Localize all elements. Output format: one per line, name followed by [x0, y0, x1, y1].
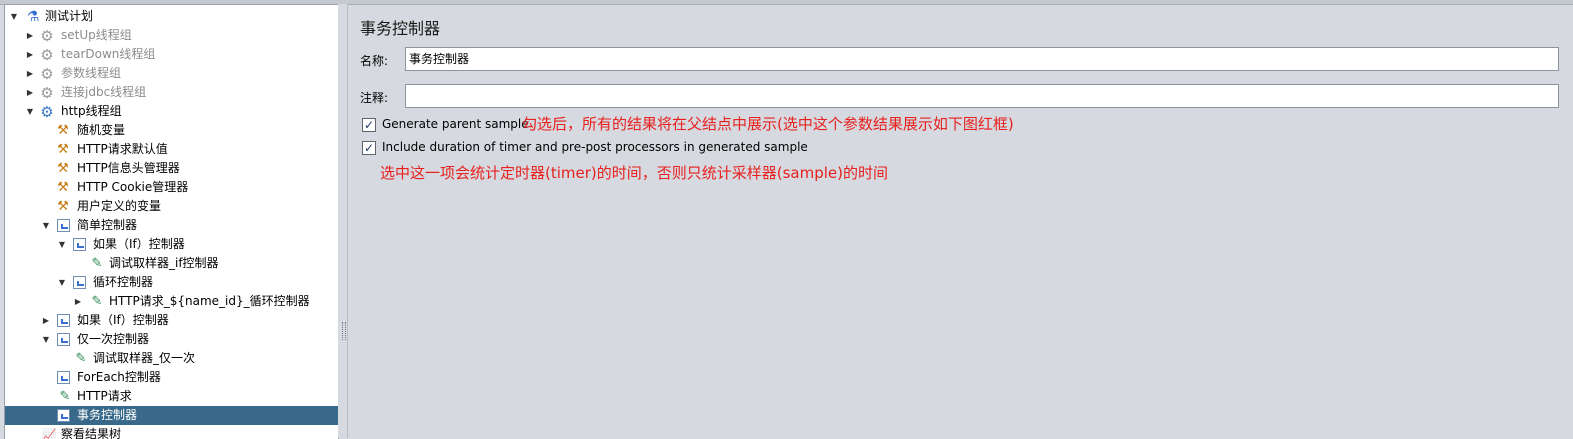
comment-field[interactable]	[405, 84, 1559, 108]
splitter-grip[interactable]	[342, 322, 346, 340]
tree-item-if-controller[interactable]: ▼ 如果（If）控制器	[5, 235, 338, 254]
tools-icon: ⚒	[57, 142, 69, 157]
pipette-icon: ✎	[91, 256, 103, 271]
test-plan-tree[interactable]: ▼ ⚗ 测试计划 ▶ ⚙ setUp线程组 ▶ ⚙ tearDown线程组 ▶ …	[4, 4, 339, 439]
expand-arrow-icon[interactable]: ▼	[57, 273, 67, 292]
collapse-arrow-icon[interactable]: ▶	[73, 292, 83, 311]
tree-item-view-results-tree[interactable]: 📈 察看结果树	[5, 425, 338, 439]
tree-item-http-request-loop[interactable]: ▶ ✎ HTTP请求_${name_id}_循环控制器	[5, 292, 338, 311]
controller-icon	[57, 371, 70, 384]
tree-item-label: 如果（If）控制器	[93, 237, 185, 251]
panel-title: 事务控制器	[360, 19, 441, 38]
pipette-icon: ✎	[75, 351, 87, 366]
collapse-arrow-icon[interactable]: ▶	[25, 83, 35, 102]
tools-icon: ⚒	[57, 180, 69, 195]
tree-item-setup-thread-group[interactable]: ▶ ⚙ setUp线程组	[5, 26, 338, 45]
tools-icon: ⚒	[57, 199, 69, 214]
collapse-arrow-icon[interactable]: ▶	[25, 64, 35, 83]
expand-arrow-icon[interactable]: ▼	[57, 235, 67, 254]
expand-arrow-icon[interactable]: ▼	[41, 330, 51, 349]
tree-item-label: 随机变量	[77, 123, 126, 137]
tree-item-label: setUp线程组	[61, 28, 132, 42]
tree-item-label: tearDown线程组	[61, 47, 156, 61]
name-label: 名称:	[360, 54, 389, 68]
tree-item-simple-controller[interactable]: ▼ 简单控制器	[5, 216, 338, 235]
tree-item-user-defined-variables[interactable]: ⚒ 用户定义的变量	[5, 197, 338, 216]
tree-item-http-request[interactable]: ✎ HTTP请求	[5, 387, 338, 406]
controller-icon	[57, 333, 70, 346]
gear-icon: ⚙	[40, 65, 54, 83]
tree-item-label: http线程组	[61, 104, 122, 118]
tree-item-label: 用户定义的变量	[77, 199, 162, 213]
split-pane-divider[interactable]	[338, 4, 348, 438]
chart-icon: 📈	[41, 428, 57, 439]
tree-item-label: 调试取样器_仅一次	[93, 351, 196, 365]
expand-arrow-icon[interactable]: ▼	[9, 7, 19, 26]
controller-icon	[73, 238, 86, 251]
tree-item-random-variable[interactable]: ⚒ 随机变量	[5, 121, 338, 140]
tree-item-label: 仅一次控制器	[77, 332, 150, 346]
tree-item-http-cookie-manager[interactable]: ⚒ HTTP Cookie管理器	[5, 178, 338, 197]
gear-icon: ⚙	[40, 84, 54, 102]
generate-parent-sample-label[interactable]: Generate parent sample	[382, 117, 529, 131]
annotation-parent-sample: 勾选后，所有的结果将在父结点中展示(选中这个参数结果展示如下图红框)	[522, 115, 1014, 133]
tree-item-label: 简单控制器	[77, 218, 138, 232]
tree-item-http-defaults[interactable]: ⚒ HTTP请求默认值	[5, 140, 338, 159]
tree-item-label: HTTP信息头管理器	[77, 161, 180, 175]
tree-item-teardown-thread-group[interactable]: ▶ ⚙ tearDown线程组	[5, 45, 338, 64]
tree-item-debug-sampler-if[interactable]: ✎ 调试取样器_if控制器	[5, 254, 338, 273]
tree-item-jdbc-thread-group[interactable]: ▶ ⚙ 连接jdbc线程组	[5, 83, 338, 102]
expand-arrow-icon[interactable]: ▼	[41, 216, 51, 235]
controller-icon	[73, 276, 86, 289]
tools-icon: ⚒	[57, 161, 69, 176]
tree-item-once-only-controller[interactable]: ▼ 仅一次控制器	[5, 330, 338, 349]
gear-icon: ⚙	[40, 46, 54, 64]
controller-icon	[57, 409, 70, 422]
tree-item-label: 调试取样器_if控制器	[109, 256, 219, 270]
pipette-icon: ✎	[59, 389, 71, 404]
tree-item-label: HTTP请求默认值	[77, 142, 168, 156]
tree-item-transaction-controller[interactable]: 事务控制器	[5, 406, 338, 425]
expand-arrow-icon[interactable]: ▼	[25, 102, 35, 121]
collapse-arrow-icon[interactable]: ▶	[25, 26, 35, 45]
tree-item-label: 循环控制器	[93, 275, 154, 289]
tree-item-foreach-controller[interactable]: ForEach控制器	[5, 368, 338, 387]
tree-item-label: HTTP请求_${name_id}_循环控制器	[109, 294, 310, 308]
tree-item-label: 连接jdbc线程组	[61, 85, 147, 99]
tree-item-http-thread-group[interactable]: ▼ ⚙ http线程组	[5, 102, 338, 121]
tree-item-loop-controller[interactable]: ▼ 循环控制器	[5, 273, 338, 292]
tree-item-if-controller-2[interactable]: ▶ 如果（If）控制器	[5, 311, 338, 330]
tree-item-label: HTTP Cookie管理器	[77, 180, 189, 194]
tree-item-label: 事务控制器	[77, 408, 138, 422]
tree-item-param-thread-group[interactable]: ▶ ⚙ 参数线程组	[5, 64, 338, 83]
flask-icon: ⚗	[26, 9, 40, 25]
tree-item-label: 如果（If）控制器	[77, 313, 169, 327]
controller-icon	[57, 219, 70, 232]
include-timer-duration-checkbox[interactable]: ✓	[362, 141, 376, 155]
generate-parent-sample-checkbox[interactable]: ✓	[362, 118, 376, 132]
controller-icon	[57, 314, 70, 327]
annotation-timer-duration: 选中这一项会统计定时器(timer)的时间，否则只统计采样器(sample)的时…	[380, 164, 889, 182]
gear-icon: ⚙	[40, 103, 54, 121]
include-timer-duration-label[interactable]: Include duration of timer and pre-post p…	[382, 140, 808, 154]
tree-item-label: ForEach控制器	[77, 370, 161, 384]
tree-item-label: 察看结果树	[61, 427, 122, 439]
tools-icon: ⚒	[57, 123, 69, 138]
pipette-icon: ✎	[91, 294, 103, 309]
tree-item-label: 测试计划	[45, 9, 94, 23]
collapse-arrow-icon[interactable]: ▶	[25, 45, 35, 64]
gear-icon: ⚙	[40, 27, 54, 45]
tree-item-label: 参数线程组	[61, 66, 122, 80]
name-field[interactable]: 事务控制器	[405, 47, 1559, 71]
collapse-arrow-icon[interactable]: ▶	[41, 311, 51, 330]
comment-label: 注释:	[360, 91, 389, 105]
tree-item-label: HTTP请求	[77, 389, 132, 403]
tree-item-test-plan[interactable]: ▼ ⚗ 测试计划	[5, 7, 338, 26]
tree-item-http-header-manager[interactable]: ⚒ HTTP信息头管理器	[5, 159, 338, 178]
tree-item-debug-sampler-once[interactable]: ✎ 调试取样器_仅一次	[5, 349, 338, 368]
